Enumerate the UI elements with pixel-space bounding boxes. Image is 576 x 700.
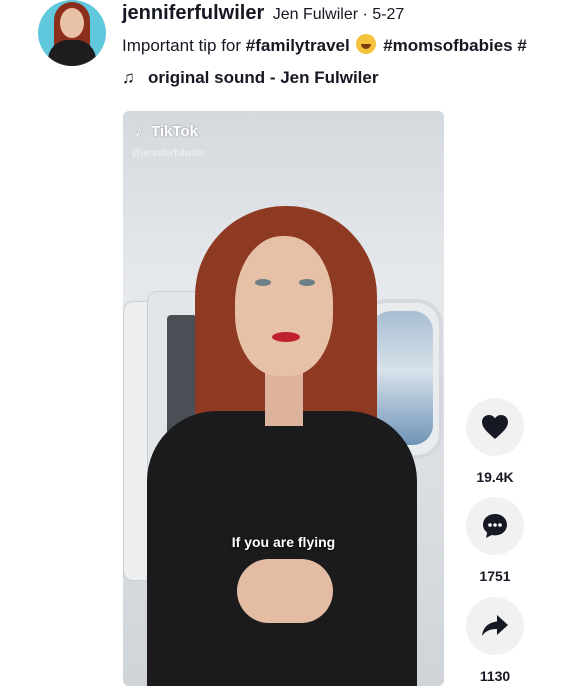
like-action: 19.4K [465, 398, 525, 485]
comment-count: 1751 [479, 568, 511, 584]
share-arrow-icon [482, 615, 508, 636]
share-count: 1130 [479, 668, 511, 684]
music-note-icon: ♫ [122, 68, 135, 87]
author-row: jenniferfulwiler Jen Fulwiler · 5-27 [122, 2, 404, 25]
person-face [235, 236, 333, 376]
person-hands [237, 559, 333, 623]
author-avatar[interactable] [38, 0, 106, 66]
hashtag-momsofbabies[interactable]: #momsofbabies [383, 36, 512, 55]
comment-button[interactable] [466, 497, 524, 555]
author-username[interactable]: jenniferfulwiler [122, 2, 264, 24]
sound-link[interactable]: ♫ original sound - Jen Fulwiler [122, 68, 378, 88]
comment-icon [483, 514, 507, 538]
tiktok-watermark: ♪ TikTok [135, 123, 198, 140]
person-eye [255, 279, 271, 286]
description-text: Important tip for [122, 36, 246, 55]
video-caption: If you are flying [231, 534, 336, 550]
share-action: 1130 [465, 597, 525, 684]
face-with-tears-of-joy-icon [356, 34, 377, 54]
share-button[interactable] [466, 597, 524, 655]
avatar-face [60, 8, 84, 38]
video-player[interactable]: ♪ TikTok @jenniferfulwiler If you are fly… [123, 111, 444, 686]
sound-label: original sound - Jen Fulwiler [148, 68, 379, 87]
heart-icon [482, 415, 508, 439]
tiktok-logo-icon: ♪ [135, 123, 143, 140]
comment-action: 1751 [465, 497, 525, 584]
like-count: 19.4K [476, 469, 514, 485]
person-lips [272, 332, 300, 342]
watermark-handle: @jenniferfulwiler [131, 148, 206, 159]
watermark-logo-text: TikTok [151, 123, 198, 140]
like-button[interactable] [466, 398, 524, 456]
hashtag-familytravel[interactable]: #familytravel [246, 36, 350, 55]
person-eye [299, 279, 315, 286]
hashtag-truncated[interactable]: # [513, 36, 526, 55]
author-nickname-date: Jen Fulwiler · 5-27 [272, 6, 405, 23]
avatar-body [48, 40, 96, 66]
video-description: Important tip for #familytravel #momsofb… [122, 34, 576, 56]
